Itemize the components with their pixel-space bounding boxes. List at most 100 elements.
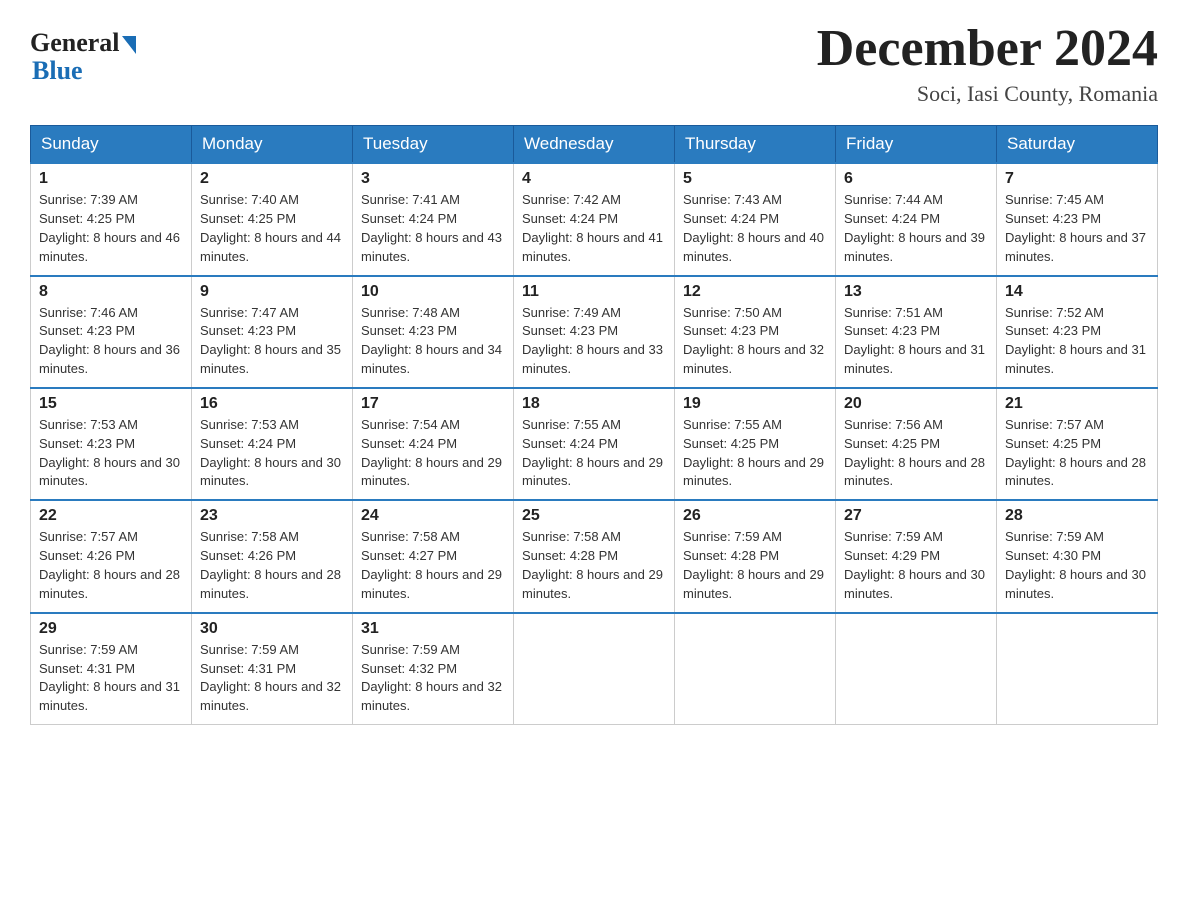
day-number: 18	[522, 395, 666, 413]
table-row: 7 Sunrise: 7:45 AM Sunset: 4:23 PM Dayli…	[997, 163, 1158, 275]
table-row: 15 Sunrise: 7:53 AM Sunset: 4:23 PM Dayl…	[31, 388, 192, 500]
table-row: 21 Sunrise: 7:57 AM Sunset: 4:25 PM Dayl…	[997, 388, 1158, 500]
day-number: 23	[200, 507, 344, 525]
day-info: Sunrise: 7:56 AM Sunset: 4:25 PM Dayligh…	[844, 416, 988, 491]
day-number: 24	[361, 507, 505, 525]
table-row: 14 Sunrise: 7:52 AM Sunset: 4:23 PM Dayl…	[997, 276, 1158, 388]
calendar-week-row: 22 Sunrise: 7:57 AM Sunset: 4:26 PM Dayl…	[31, 500, 1158, 612]
table-row: 28 Sunrise: 7:59 AM Sunset: 4:30 PM Dayl…	[997, 500, 1158, 612]
day-info: Sunrise: 7:45 AM Sunset: 4:23 PM Dayligh…	[1005, 191, 1149, 266]
day-number: 1	[39, 170, 183, 188]
table-row	[514, 613, 675, 725]
table-row	[997, 613, 1158, 725]
day-number: 11	[522, 283, 666, 301]
table-row: 3 Sunrise: 7:41 AM Sunset: 4:24 PM Dayli…	[353, 163, 514, 275]
logo-blue-text: Blue	[32, 56, 83, 86]
day-info: Sunrise: 7:57 AM Sunset: 4:26 PM Dayligh…	[39, 528, 183, 603]
table-row: 17 Sunrise: 7:54 AM Sunset: 4:24 PM Dayl…	[353, 388, 514, 500]
table-row: 6 Sunrise: 7:44 AM Sunset: 4:24 PM Dayli…	[836, 163, 997, 275]
col-tuesday: Tuesday	[353, 126, 514, 164]
day-number: 3	[361, 170, 505, 188]
table-row: 4 Sunrise: 7:42 AM Sunset: 4:24 PM Dayli…	[514, 163, 675, 275]
table-row	[836, 613, 997, 725]
calendar-week-row: 15 Sunrise: 7:53 AM Sunset: 4:23 PM Dayl…	[31, 388, 1158, 500]
page: General Blue December 2024 Soci, Iasi Co…	[0, 0, 1188, 755]
table-row: 26 Sunrise: 7:59 AM Sunset: 4:28 PM Dayl…	[675, 500, 836, 612]
day-number: 20	[844, 395, 988, 413]
table-row: 30 Sunrise: 7:59 AM Sunset: 4:31 PM Dayl…	[192, 613, 353, 725]
table-row: 23 Sunrise: 7:58 AM Sunset: 4:26 PM Dayl…	[192, 500, 353, 612]
table-row: 8 Sunrise: 7:46 AM Sunset: 4:23 PM Dayli…	[31, 276, 192, 388]
header: General Blue December 2024 Soci, Iasi Co…	[30, 20, 1158, 107]
day-info: Sunrise: 7:42 AM Sunset: 4:24 PM Dayligh…	[522, 191, 666, 266]
logo-general-text: General	[30, 28, 120, 58]
day-number: 17	[361, 395, 505, 413]
calendar-week-row: 1 Sunrise: 7:39 AM Sunset: 4:25 PM Dayli…	[31, 163, 1158, 275]
table-row: 22 Sunrise: 7:57 AM Sunset: 4:26 PM Dayl…	[31, 500, 192, 612]
day-number: 4	[522, 170, 666, 188]
day-number: 8	[39, 283, 183, 301]
day-info: Sunrise: 7:51 AM Sunset: 4:23 PM Dayligh…	[844, 304, 988, 379]
day-info: Sunrise: 7:59 AM Sunset: 4:32 PM Dayligh…	[361, 641, 505, 716]
day-info: Sunrise: 7:59 AM Sunset: 4:30 PM Dayligh…	[1005, 528, 1149, 603]
day-number: 10	[361, 283, 505, 301]
day-number: 13	[844, 283, 988, 301]
day-info: Sunrise: 7:49 AM Sunset: 4:23 PM Dayligh…	[522, 304, 666, 379]
day-number: 22	[39, 507, 183, 525]
day-number: 30	[200, 620, 344, 638]
day-info: Sunrise: 7:54 AM Sunset: 4:24 PM Dayligh…	[361, 416, 505, 491]
day-number: 16	[200, 395, 344, 413]
day-number: 28	[1005, 507, 1149, 525]
day-number: 31	[361, 620, 505, 638]
day-number: 2	[200, 170, 344, 188]
day-info: Sunrise: 7:53 AM Sunset: 4:23 PM Dayligh…	[39, 416, 183, 491]
table-row: 24 Sunrise: 7:58 AM Sunset: 4:27 PM Dayl…	[353, 500, 514, 612]
table-row: 9 Sunrise: 7:47 AM Sunset: 4:23 PM Dayli…	[192, 276, 353, 388]
day-info: Sunrise: 7:41 AM Sunset: 4:24 PM Dayligh…	[361, 191, 505, 266]
day-info: Sunrise: 7:59 AM Sunset: 4:31 PM Dayligh…	[200, 641, 344, 716]
day-info: Sunrise: 7:44 AM Sunset: 4:24 PM Dayligh…	[844, 191, 988, 266]
day-info: Sunrise: 7:50 AM Sunset: 4:23 PM Dayligh…	[683, 304, 827, 379]
title-block: December 2024 Soci, Iasi County, Romania	[817, 20, 1158, 107]
calendar-week-row: 29 Sunrise: 7:59 AM Sunset: 4:31 PM Dayl…	[31, 613, 1158, 725]
day-info: Sunrise: 7:59 AM Sunset: 4:29 PM Dayligh…	[844, 528, 988, 603]
table-row: 5 Sunrise: 7:43 AM Sunset: 4:24 PM Dayli…	[675, 163, 836, 275]
table-row: 11 Sunrise: 7:49 AM Sunset: 4:23 PM Dayl…	[514, 276, 675, 388]
day-info: Sunrise: 7:58 AM Sunset: 4:27 PM Dayligh…	[361, 528, 505, 603]
day-info: Sunrise: 7:43 AM Sunset: 4:24 PM Dayligh…	[683, 191, 827, 266]
day-number: 29	[39, 620, 183, 638]
table-row: 31 Sunrise: 7:59 AM Sunset: 4:32 PM Dayl…	[353, 613, 514, 725]
day-number: 5	[683, 170, 827, 188]
day-info: Sunrise: 7:46 AM Sunset: 4:23 PM Dayligh…	[39, 304, 183, 379]
col-sunday: Sunday	[31, 126, 192, 164]
col-monday: Monday	[192, 126, 353, 164]
col-thursday: Thursday	[675, 126, 836, 164]
day-number: 21	[1005, 395, 1149, 413]
col-saturday: Saturday	[997, 126, 1158, 164]
table-row	[675, 613, 836, 725]
day-info: Sunrise: 7:47 AM Sunset: 4:23 PM Dayligh…	[200, 304, 344, 379]
col-wednesday: Wednesday	[514, 126, 675, 164]
day-info: Sunrise: 7:53 AM Sunset: 4:24 PM Dayligh…	[200, 416, 344, 491]
calendar-week-row: 8 Sunrise: 7:46 AM Sunset: 4:23 PM Dayli…	[31, 276, 1158, 388]
day-info: Sunrise: 7:52 AM Sunset: 4:23 PM Dayligh…	[1005, 304, 1149, 379]
calendar: Sunday Monday Tuesday Wednesday Thursday…	[30, 125, 1158, 725]
day-number: 15	[39, 395, 183, 413]
day-info: Sunrise: 7:59 AM Sunset: 4:28 PM Dayligh…	[683, 528, 827, 603]
day-info: Sunrise: 7:39 AM Sunset: 4:25 PM Dayligh…	[39, 191, 183, 266]
table-row: 29 Sunrise: 7:59 AM Sunset: 4:31 PM Dayl…	[31, 613, 192, 725]
day-number: 9	[200, 283, 344, 301]
table-row: 20 Sunrise: 7:56 AM Sunset: 4:25 PM Dayl…	[836, 388, 997, 500]
table-row: 1 Sunrise: 7:39 AM Sunset: 4:25 PM Dayli…	[31, 163, 192, 275]
day-info: Sunrise: 7:57 AM Sunset: 4:25 PM Dayligh…	[1005, 416, 1149, 491]
day-info: Sunrise: 7:40 AM Sunset: 4:25 PM Dayligh…	[200, 191, 344, 266]
table-row: 19 Sunrise: 7:55 AM Sunset: 4:25 PM Dayl…	[675, 388, 836, 500]
table-row: 18 Sunrise: 7:55 AM Sunset: 4:24 PM Dayl…	[514, 388, 675, 500]
day-info: Sunrise: 7:48 AM Sunset: 4:23 PM Dayligh…	[361, 304, 505, 379]
location: Soci, Iasi County, Romania	[817, 81, 1158, 107]
day-number: 14	[1005, 283, 1149, 301]
logo-arrow-icon	[122, 36, 136, 54]
day-number: 12	[683, 283, 827, 301]
table-row: 12 Sunrise: 7:50 AM Sunset: 4:23 PM Dayl…	[675, 276, 836, 388]
table-row: 10 Sunrise: 7:48 AM Sunset: 4:23 PM Dayl…	[353, 276, 514, 388]
